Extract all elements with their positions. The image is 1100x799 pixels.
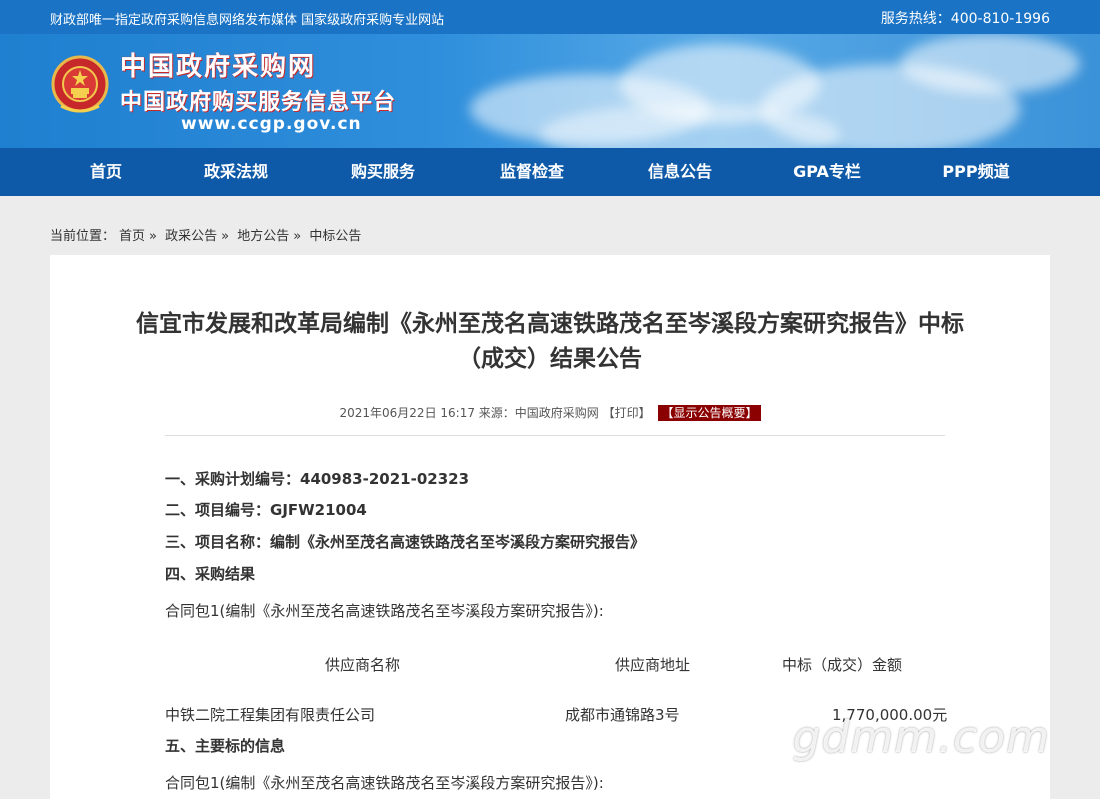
article-meta: 2021年06月22日 16:17 来源：中国政府采购网 【打印】 【显示公告概… <box>50 404 1050 421</box>
site-logo-title[interactable]: 中国政府采购网 <box>120 52 316 82</box>
nav-ppp[interactable]: PPP频道 <box>916 148 1036 196</box>
table-cell-address: 成都市通锦路3号 <box>565 706 680 724</box>
publish-date: 2021年06月22日 16:17 <box>339 406 475 420</box>
site-logo-subtitle: 中国政府购买服务信息平台 <box>120 90 397 115</box>
nav-supervision[interactable]: 监督检查 <box>472 148 592 196</box>
article-title-line2: （成交）结果公告 <box>458 346 642 372</box>
article-title: 信宜市发展和改革局编制《永州至茂名高速铁路茂名至岑溪段方案研究报告》中标 （成交… <box>50 307 1050 377</box>
article-source: 来源：中国政府采购网 <box>478 406 599 420</box>
breadcrumb-notices[interactable]: 政采公告 <box>165 229 217 244</box>
breadcrumb-separator: » <box>221 229 230 244</box>
breadcrumb-separator: » <box>293 229 302 244</box>
breadcrumb-award[interactable]: 中标公告 <box>309 229 361 244</box>
nav-home[interactable]: 首页 <box>46 148 166 196</box>
article-title-line1: 信宜市发展和改革局编制《永州至茂名高速铁路茂名至岑溪段方案研究报告》中标 <box>136 311 964 337</box>
header-banner: 中国政府采购网 中国政府购买服务信息平台 www.ccgp.gov.cn <box>0 34 1100 148</box>
table-cell-supplier: 中铁二院工程集团有限责任公司 <box>165 706 376 724</box>
plan-number: 一、采购计划编号：440983-2021-02323 <box>165 470 470 488</box>
breadcrumb-home[interactable]: 首页 <box>119 229 145 244</box>
section-procurement-result: 四、采购结果 <box>165 565 256 583</box>
watermark-text: gdmm.com <box>792 712 1050 763</box>
top-info-bar: 财政部唯一指定政府采购信息网络发布媒体 国家级政府采购专业网站 服务热线：400… <box>0 0 1100 34</box>
breadcrumb: 当前位置： 首页 » 政采公告 » 地方公告 » 中标公告 <box>50 225 365 244</box>
contract-package: 合同包1(编制《永州至茂名高速铁路茂名至岑溪段方案研究报告》): <box>165 602 604 620</box>
service-hotline: 服务热线：400-810-1996 <box>880 11 1050 27</box>
show-summary-button[interactable]: 【显示公告概要】 <box>658 405 761 421</box>
project-number: 二、项目编号：GJFW21004 <box>165 501 367 519</box>
table-header-address: 供应商地址 <box>615 656 691 674</box>
divider <box>165 435 945 436</box>
breadcrumb-separator: » <box>149 229 157 244</box>
print-link[interactable]: 【打印】 <box>603 406 651 420</box>
section-main-items: 五、主要标的信息 <box>165 737 286 755</box>
nav-purchase-service[interactable]: 购买服务 <box>323 148 443 196</box>
national-emblem-icon <box>51 55 109 113</box>
project-name: 三、项目名称：编制《永州至茂名高速铁路茂名至岑溪段方案研究报告》 <box>165 533 646 551</box>
contract-package-2: 合同包1(编制《永州至茂名高速铁路茂名至岑溪段方案研究报告》): <box>165 774 604 792</box>
breadcrumb-local[interactable]: 地方公告 <box>237 229 289 244</box>
table-header-supplier: 供应商名称 <box>325 656 401 674</box>
table-header-amount: 中标（成交）金额 <box>782 656 903 674</box>
nav-notices[interactable]: 信息公告 <box>620 148 740 196</box>
nav-regulations[interactable]: 政采法规 <box>176 148 296 196</box>
breadcrumb-prefix: 当前位置： <box>50 229 116 244</box>
main-nav: 首页 政采法规 购买服务 监督检查 信息公告 GPA专栏 PPP频道 <box>0 148 1100 196</box>
nav-gpa[interactable]: GPA专栏 <box>767 148 887 196</box>
site-url: www.ccgp.gov.cn <box>181 114 362 134</box>
site-tagline: 财政部唯一指定政府采购信息网络发布媒体 国家级政府采购专业网站 <box>50 13 445 28</box>
